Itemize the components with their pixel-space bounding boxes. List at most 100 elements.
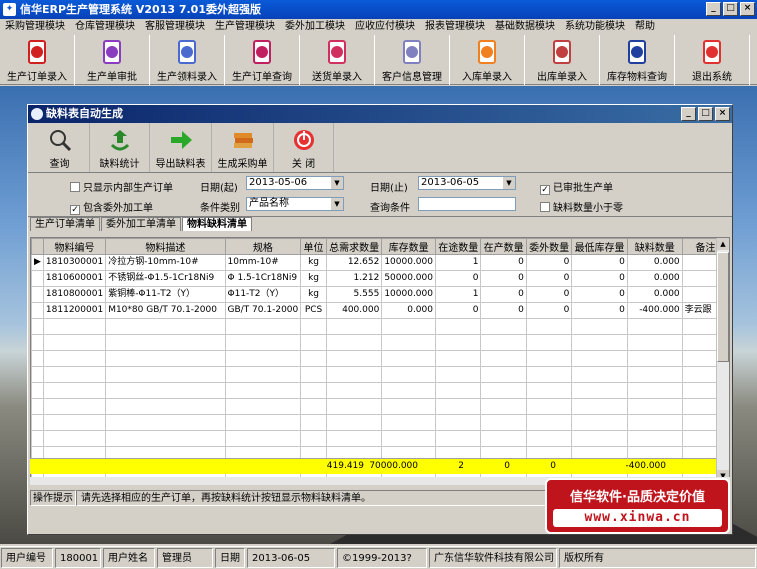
table-cell[interactable]: 0 <box>525 270 573 287</box>
table-cell[interactable] <box>381 398 436 415</box>
toolbar-button-4[interactable]: 送货单录入 <box>300 35 375 85</box>
table-cell[interactable] <box>42 350 107 367</box>
table-cell[interactable]: 0.000 <box>626 254 683 271</box>
tab-outsource-orders[interactable]: 委外加工单清单 <box>101 217 181 231</box>
table-cell[interactable]: GB/T 70.1-2000 <box>224 302 302 319</box>
column-header[interactable]: 物料描述 <box>105 238 226 255</box>
table-cell[interactable] <box>300 334 327 351</box>
table-cell[interactable] <box>571 430 628 447</box>
table-cell[interactable] <box>325 382 383 399</box>
table-cell[interactable]: 紫铜棒-Φ11-T2（Y） <box>105 286 226 303</box>
table-cell[interactable] <box>434 366 482 383</box>
table-cell[interactable]: 1 <box>434 254 482 271</box>
table-cell[interactable] <box>325 334 383 351</box>
table-cell[interactable]: 0 <box>571 254 628 271</box>
table-cell[interactable] <box>325 350 383 367</box>
scroll-thumb[interactable] <box>717 252 729 362</box>
table-cell[interactable] <box>224 398 302 415</box>
table-cell[interactable]: 400.000 <box>325 302 383 319</box>
maximize-button[interactable]: □ <box>723 2 738 16</box>
table-cell[interactable] <box>105 318 226 335</box>
table-row[interactable] <box>31 334 729 351</box>
column-header[interactable]: 最低库存量 <box>571 238 628 255</box>
table-cell[interactable] <box>626 430 683 447</box>
table-cell[interactable] <box>626 382 683 399</box>
column-header[interactable]: 物料编号 <box>42 238 107 255</box>
table-cell[interactable] <box>105 414 226 431</box>
table-row[interactable] <box>31 382 729 399</box>
table-cell[interactable] <box>480 366 527 383</box>
table-cell[interactable]: 12.652 <box>325 254 383 271</box>
menu-production[interactable]: 生产管理模块 <box>210 19 280 35</box>
table-cell[interactable]: 0 <box>434 302 482 319</box>
table-cell[interactable] <box>525 398 573 415</box>
menu-outsource[interactable]: 委外加工模块 <box>280 19 350 35</box>
table-cell[interactable] <box>571 366 628 383</box>
table-cell[interactable] <box>626 334 683 351</box>
column-header[interactable]: 规格 <box>224 238 302 255</box>
table-cell[interactable] <box>381 430 436 447</box>
table-cell[interactable] <box>381 334 436 351</box>
column-header[interactable]: 委外数量 <box>525 238 573 255</box>
table-cell[interactable] <box>105 350 226 367</box>
table-cell[interactable] <box>381 414 436 431</box>
table-cell[interactable]: 0 <box>480 302 527 319</box>
table-cell[interactable] <box>42 398 107 415</box>
table-cell[interactable] <box>42 366 107 383</box>
toolbar-button-2[interactable]: 生产领料录入 <box>150 35 225 85</box>
table-cell[interactable] <box>525 334 573 351</box>
table-cell[interactable] <box>525 350 573 367</box>
table-cell[interactable] <box>525 366 573 383</box>
table-cell[interactable] <box>480 414 527 431</box>
only-internal-checkbox[interactable]: 只显示内部生产订单 <box>70 179 173 194</box>
table-cell[interactable] <box>434 318 482 335</box>
toolbar-button-7[interactable]: 出库单录入 <box>525 35 600 85</box>
table-cell[interactable]: Φ 1.5-1Cr18Ni9 <box>224 270 302 287</box>
approved-checkbox[interactable]: ✓ 已审批生产单 <box>540 179 613 195</box>
table-cell[interactable] <box>381 366 436 383</box>
table-cell[interactable] <box>626 366 683 383</box>
table-cell[interactable] <box>381 382 436 399</box>
table-cell[interactable] <box>571 350 628 367</box>
table-cell[interactable]: 0.000 <box>626 286 683 303</box>
menu-warehouse[interactable]: 仓库管理模块 <box>70 19 140 35</box>
close-button[interactable]: × <box>740 2 755 16</box>
date-start-field[interactable]: 2013-05-06 ▼ <box>246 176 344 190</box>
query-cond-input[interactable] <box>418 197 516 211</box>
table-cell[interactable]: 1810800001 <box>42 286 107 303</box>
table-cell[interactable] <box>525 318 573 335</box>
table-cell[interactable] <box>434 430 482 447</box>
child-toolbar-button-3[interactable]: 生成采购单 <box>212 123 274 172</box>
table-cell[interactable] <box>42 414 107 431</box>
table-cell[interactable] <box>626 318 683 335</box>
table-cell[interactable] <box>300 414 327 431</box>
table-cell[interactable] <box>434 350 482 367</box>
table-cell[interactable]: kg <box>300 270 327 287</box>
table-cell[interactable] <box>224 366 302 383</box>
table-cell[interactable]: 0 <box>525 302 573 319</box>
table-row[interactable] <box>31 318 729 335</box>
table-cell[interactable] <box>325 366 383 383</box>
column-header[interactable]: 缺料数量 <box>626 238 683 255</box>
shortage-lt-zero-checkbox[interactable]: 缺料数量小于零 <box>540 199 623 214</box>
toolbar-button-1[interactable]: 生产单审批 <box>75 35 150 85</box>
child-maximize-button[interactable]: □ <box>698 107 713 121</box>
table-cell[interactable]: 1.212 <box>325 270 383 287</box>
table-cell[interactable] <box>224 350 302 367</box>
table-cell[interactable]: 10000.000 <box>381 286 436 303</box>
toolbar-button-5[interactable]: 客户信息管理 <box>375 35 450 85</box>
vertical-scrollbar[interactable]: ▲ ▼ <box>716 238 729 480</box>
table-row[interactable] <box>31 366 729 383</box>
table-cell[interactable] <box>626 398 683 415</box>
table-cell[interactable] <box>434 382 482 399</box>
child-minimize-button[interactable]: _ <box>681 107 696 121</box>
menu-help[interactable]: 帮助 <box>630 19 660 35</box>
table-cell[interactable]: 0 <box>571 286 628 303</box>
tab-production-orders[interactable]: 生产订单清单 <box>30 217 100 231</box>
table-cell[interactable]: 0 <box>480 270 527 287</box>
table-cell[interactable]: 0 <box>525 286 573 303</box>
child-toolbar-button-1[interactable]: 缺料统计 <box>90 123 150 172</box>
menu-receivable[interactable]: 应收应付模块 <box>350 19 420 35</box>
table-cell[interactable] <box>105 366 226 383</box>
toolbar-button-0[interactable]: 生产订单录入 <box>0 35 75 85</box>
